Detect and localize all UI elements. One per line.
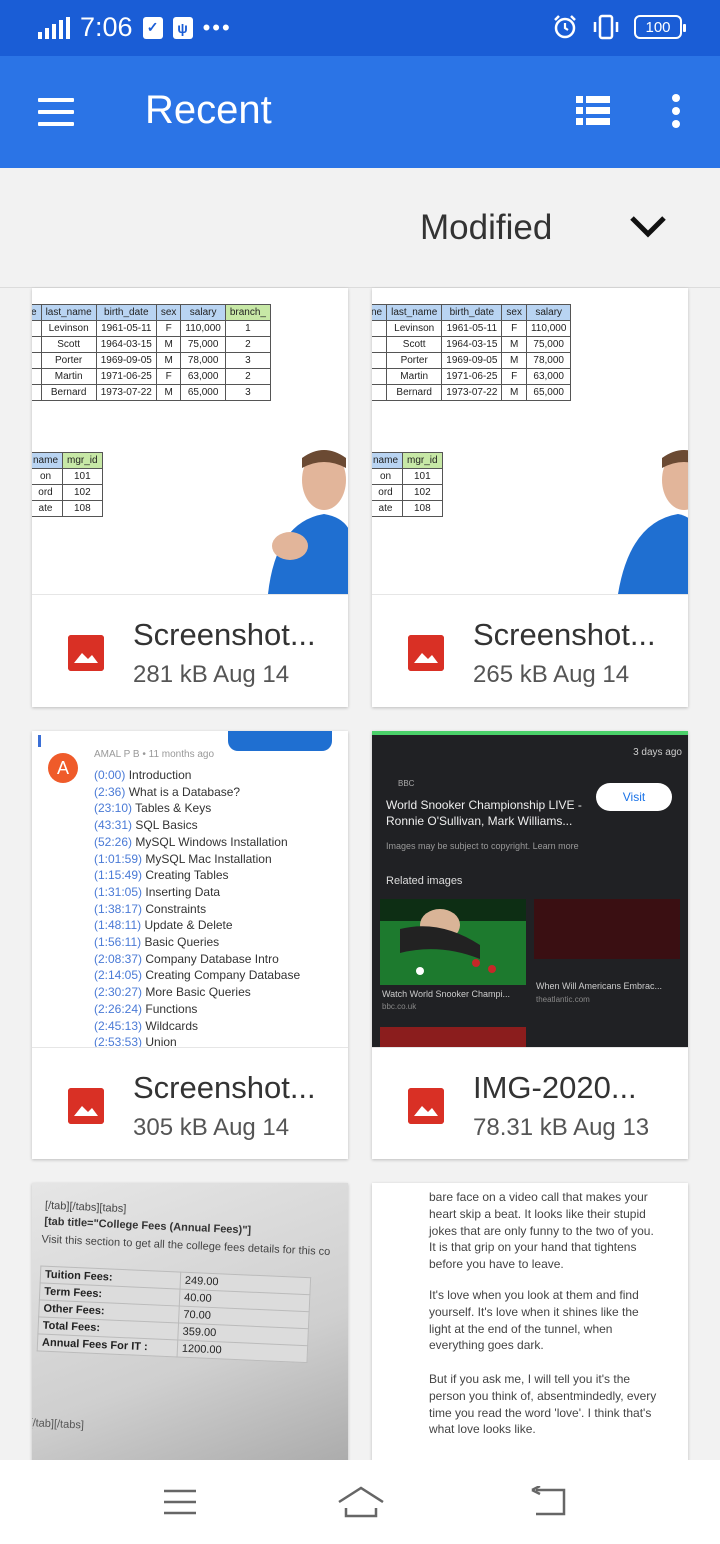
sort-label[interactable]: Modified	[420, 208, 552, 248]
thumb-mgr-table: name mgr_id on 101 ord 102 ate 108	[372, 452, 443, 517]
fees-table: Tuition Fees: 249.00 Term Fees: 40.00 Othe…	[36, 1265, 312, 1364]
table-header: branch_	[224, 304, 271, 321]
app-bar: Recent	[0, 56, 720, 168]
back-icon[interactable]	[530, 1486, 568, 1518]
file-name: Screenshot...	[133, 1070, 316, 1105]
file-card[interactable]: bare face on a video call that makes you…	[372, 1183, 688, 1473]
table-header: birth_date	[95, 304, 157, 321]
file-thumbnail: ne last_name birth_date sex salary Levin…	[372, 288, 688, 594]
fees-footer: [/tab][/tabs]	[32, 1417, 85, 1432]
file-thumbnail: 3 days ago BBC World Snooker Championshi…	[372, 731, 688, 1047]
table-header: last_name	[40, 304, 97, 321]
file-name: Screenshot...	[133, 617, 316, 652]
thumb-title: World Snooker Championship LIVE - Ronnie…	[386, 798, 582, 828]
usb-icon: ψ	[172, 16, 193, 39]
status-bar: 7:06 ✓ ψ ••• 100	[0, 0, 720, 56]
text-paragraph: It's love when you look at them and find…	[429, 1288, 639, 1353]
thumb-caption-1: Watch World Snooker Champi...	[382, 989, 511, 999]
system-nav-bar	[0, 1460, 720, 1544]
page-title: Recent	[145, 88, 272, 132]
file-card[interactable]: [/tab][/tabs][tabs] [tab title="College …	[32, 1183, 348, 1473]
file-thumbnail: A AMAL P B • 11 months ago (0:00) Introd…	[32, 731, 348, 1047]
home-icon[interactable]	[336, 1484, 386, 1518]
table-header: sex	[155, 304, 182, 321]
vibrate-icon	[593, 14, 619, 40]
presenter-image	[268, 450, 348, 594]
file-thumbnail: bare face on a video call that makes you…	[372, 1183, 688, 1473]
file-info: Screenshot... 281 kB Aug 14	[32, 594, 348, 706]
presenter-image	[618, 450, 688, 594]
thumb-ago: 3 days ago	[633, 747, 682, 758]
hamburger-menu-icon[interactable]	[38, 98, 74, 126]
visit-button: Visit	[596, 783, 672, 811]
file-name: Screenshot...	[473, 617, 656, 652]
thumb-caption-2-src: theatlantic.com	[536, 995, 590, 1004]
file-thumbnail: e last_name birth_date sex salary branch…	[32, 288, 348, 594]
fees-line-1: [/tab][/tabs][tabs]	[44, 1199, 127, 1216]
file-meta: 265 kB Aug 14	[473, 661, 630, 688]
chevron-down-icon[interactable]	[628, 212, 668, 242]
snooker-photo-2	[534, 899, 680, 959]
image-file-icon	[408, 1088, 444, 1124]
file-card[interactable]: e last_name birth_date sex salary branch…	[32, 288, 348, 707]
file-info: Screenshot... 265 kB Aug 14	[372, 594, 688, 706]
table-header: salary	[180, 304, 226, 321]
thumb-source: BBC	[398, 779, 415, 788]
file-card[interactable]: ne last_name birth_date sex salary Levin…	[372, 288, 688, 707]
timestamp-list: (0:00) Introduction (2:36) What is a Dat…	[94, 768, 301, 1047]
thumb-related: Related images	[386, 875, 463, 887]
battery-icon: 100	[634, 15, 686, 39]
snooker-photo	[380, 899, 526, 985]
file-meta: 78.31 kB Aug 13	[473, 1114, 650, 1141]
sort-bar: Modified	[0, 168, 720, 288]
video-thumb-strip	[32, 731, 348, 751]
thumb-table: e last_name birth_date sex salary branch…	[32, 304, 271, 401]
more-notifications-icon: •••	[202, 14, 232, 40]
file-thumbnail: [/tab][/tabs][tabs] [tab title="College …	[32, 1183, 348, 1473]
file-card[interactable]: 3 days ago BBC World Snooker Championshi…	[372, 731, 688, 1159]
list-view-icon[interactable]	[576, 96, 610, 126]
file-info: IMG-2020... 78.31 kB Aug 13	[372, 1047, 688, 1159]
signal-icon	[38, 16, 70, 39]
thumb-notice: Images may be subject to copyright. Lear…	[386, 841, 579, 851]
image-file-icon	[68, 1088, 104, 1124]
notification-check-icon: ✓	[142, 16, 163, 39]
thumb-caption-1-src: bbc.co.uk	[382, 1002, 417, 1011]
fees-line-2: [tab title="College Fees (Annual Fees)"]	[44, 1215, 252, 1237]
file-meta: 281 kB Aug 14	[133, 661, 290, 688]
file-name: IMG-2020...	[473, 1070, 637, 1105]
image-file-icon	[408, 635, 444, 671]
thumb-caption-2: When Will Americans Embrac...	[536, 981, 663, 991]
text-paragraph: bare face on a video call that makes you…	[429, 1190, 654, 1272]
image-file-icon	[68, 635, 104, 671]
thumb-mgr-table: name mgr_id on 101 ord 102 ate 108	[32, 452, 103, 517]
file-info: Screenshot... 305 kB Aug 14	[32, 1047, 348, 1159]
table-header: e	[32, 304, 42, 321]
more-options-icon[interactable]	[668, 94, 684, 130]
status-time: 7:06	[80, 12, 133, 42]
file-card[interactable]: A AMAL P B • 11 months ago (0:00) Introd…	[32, 731, 348, 1159]
recent-apps-icon[interactable]	[162, 1488, 198, 1516]
avatar: A	[48, 753, 78, 783]
thumb-table: ne last_name birth_date sex salary Levin…	[372, 304, 572, 401]
alarm-icon	[554, 15, 576, 39]
battery-level: 100	[645, 18, 671, 36]
fees-line-3: Visit this section to get all the colleg…	[41, 1233, 331, 1259]
comment-author: AMAL P B • 11 months ago	[94, 749, 215, 760]
text-paragraph: But if you ask me, I will tell you it's …	[429, 1372, 657, 1437]
file-meta: 305 kB Aug 14	[133, 1114, 290, 1141]
